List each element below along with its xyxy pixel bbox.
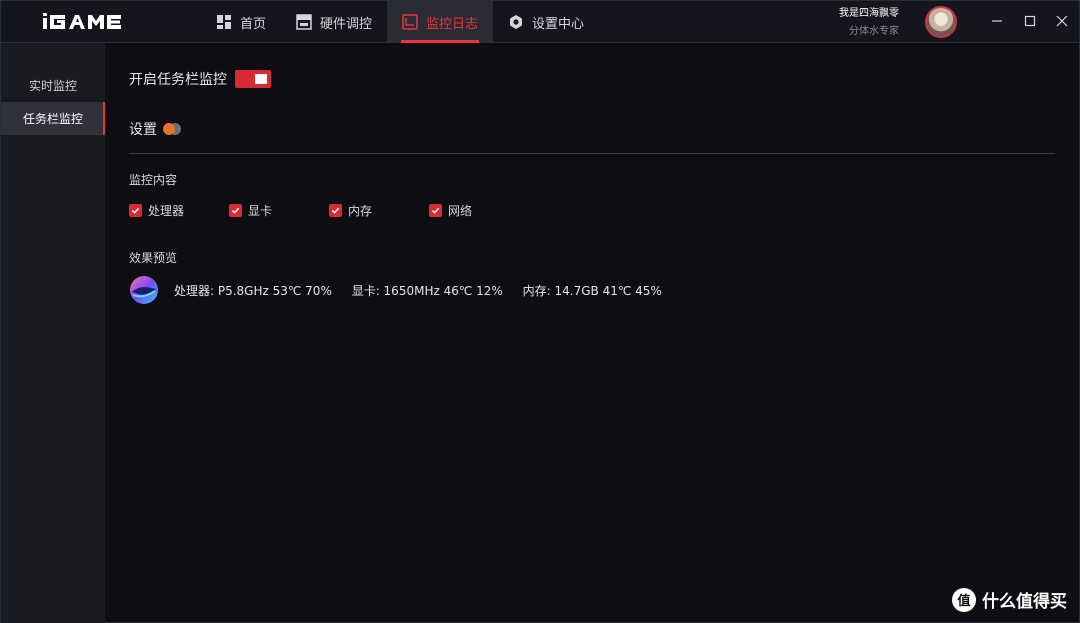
close-icon[interactable] <box>1054 13 1070 29</box>
igame-logo <box>43 13 121 29</box>
nav-tab-home[interactable]: 首页 <box>201 1 281 43</box>
toggle-knob <box>255 74 267 84</box>
watermark-text: 什么值得买 <box>982 592 1067 612</box>
checkbox-checked-icon <box>429 204 442 217</box>
minimize-icon[interactable] <box>989 13 1005 29</box>
check-label: 内存 <box>348 204 373 218</box>
check-network[interactable]: 网络 <box>429 202 529 219</box>
nav-tab-label: 硬件调控 <box>320 16 373 32</box>
watermark-logo-icon: 值 <box>952 587 976 612</box>
nav-tab-label: 首页 <box>240 16 267 32</box>
preview-section-title: 效果预览 <box>129 251 178 265</box>
main-content: 开启任务栏监控 设置 监控内容 处理器 显卡 内存 网络 效果预览 处理器: P… <box>105 43 1079 623</box>
preview-gpu: 显卡: 1650MHz 46℃ 12% <box>351 283 503 298</box>
sidebar-item-label: 实时监控 <box>28 79 77 93</box>
monitor-content-checks: 处理器 显卡 内存 网络 <box>129 202 529 219</box>
enable-row: 开启任务栏监控 <box>129 69 271 89</box>
checkbox-checked-icon <box>229 204 242 217</box>
enable-label: 开启任务栏监控 <box>129 72 227 88</box>
sidebar-item-label: 任务栏监控 <box>22 112 83 126</box>
preview-cpu: 处理器: P5.8GHz 53℃ 70% <box>174 283 332 298</box>
checkbox-checked-icon <box>329 204 342 217</box>
home-grid-icon <box>217 15 231 29</box>
effect-preview: 处理器: P5.8GHz 53℃ 70% 显卡: 1650MHz 46℃ 12%… <box>129 275 678 305</box>
title-bar: 首页 硬件调控 监控日志 设置中心 我是四海飘零 分体水专家 <box>1 1 1079 43</box>
content-section-title: 监控内容 <box>129 173 178 187</box>
check-label: 显卡 <box>248 204 273 218</box>
user-role: 分体水专家 <box>849 26 899 37</box>
user-info: 我是四海飘零 分体水专家 <box>839 7 899 40</box>
nav-tab-label: 设置中心 <box>532 16 585 32</box>
user-name: 我是四海飘零 <box>839 8 899 19</box>
divider <box>129 153 1055 154</box>
enable-taskbar-monitor-toggle[interactable] <box>235 70 271 88</box>
sidebar-item-realtime-monitor[interactable]: 实时监控 <box>1 69 105 102</box>
nav-tab-hardware-control[interactable]: 硬件调控 <box>281 1 387 43</box>
nav-tab-label: 监控日志 <box>426 16 479 32</box>
app-window: 首页 硬件调控 监控日志 设置中心 我是四海飘零 分体水专家 实时监控 任务栏监… <box>0 0 1080 623</box>
main-nav: 首页 硬件调控 监控日志 设置中心 <box>201 1 599 43</box>
monitor-log-icon <box>402 14 418 30</box>
check-memory[interactable]: 内存 <box>329 202 429 219</box>
settings-row: 设置 <box>129 119 182 139</box>
check-label: 网络 <box>448 204 473 218</box>
settings-gear-icon <box>510 15 523 29</box>
check-gpu[interactable]: 显卡 <box>229 202 329 219</box>
checkbox-checked-icon <box>129 204 142 217</box>
sidebar: 实时监控 任务栏监控 <box>1 43 105 623</box>
sidebar-item-taskbar-monitor[interactable]: 任务栏监控 <box>1 102 105 135</box>
nav-tab-monitor-log[interactable]: 监控日志 <box>387 1 494 43</box>
preview-memory: 内存: 14.7GB 41℃ 45% <box>522 283 662 298</box>
watermark: 值 什么值得买 <box>952 587 1067 612</box>
preview-text: 处理器: P5.8GHz 53℃ 70% 显卡: 1650MHz 46℃ 12%… <box>174 282 678 299</box>
check-cpu[interactable]: 处理器 <box>129 202 229 219</box>
check-label: 处理器 <box>148 204 185 218</box>
nav-tab-settings-center[interactable]: 设置中心 <box>493 1 599 43</box>
settings-label: 设置 <box>129 122 157 138</box>
color-settings-icon[interactable] <box>160 121 182 137</box>
hardware-control-icon <box>296 14 312 30</box>
avatar[interactable] <box>925 6 957 38</box>
app-orb-icon <box>130 276 158 304</box>
maximize-icon[interactable] <box>1022 13 1038 29</box>
